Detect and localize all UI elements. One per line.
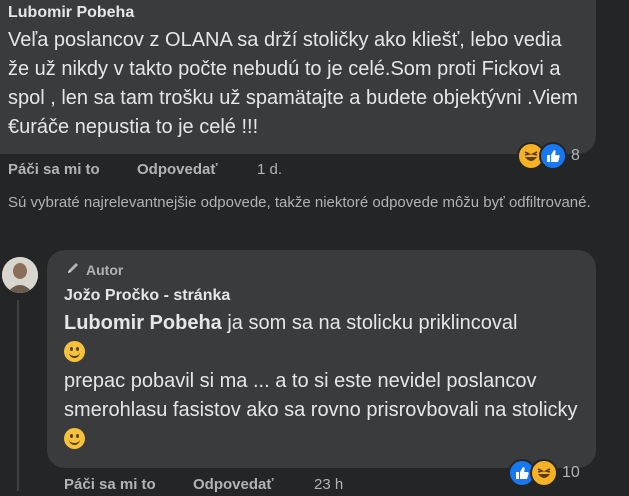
smiley-icon: [64, 341, 85, 362]
reply-timestamp[interactable]: 23 h: [314, 476, 343, 493]
pen-icon: [65, 260, 81, 279]
comment-reactions[interactable]: 8: [517, 142, 580, 170]
reply-bubble: Autor Jožo Pročko - stránka Lubomir Pobe…: [47, 250, 596, 468]
comment-timestamp[interactable]: 1 d.: [257, 161, 282, 178]
reply-like-button[interactable]: Páči sa mi to: [64, 476, 156, 493]
comment-reply-button[interactable]: Odpovedať: [137, 161, 218, 178]
smiley-icon: [64, 428, 85, 449]
like-icon: [539, 142, 567, 170]
comment-bubble: Lubomir Pobeha Veľa poslancov z OLANA sa…: [0, 0, 596, 154]
comment-like-button[interactable]: Páči sa mi to: [8, 161, 100, 178]
reply-text-line1: ja som sa na stolicku priklincoval: [227, 312, 518, 334]
comment-text: Veľa poslancov z OLANA sa drží stoličky …: [8, 29, 578, 138]
comment-actions: Páči sa mi to Odpovedať 1 d.: [8, 161, 408, 181]
haha-icon: [530, 459, 558, 487]
avatar[interactable]: [2, 257, 38, 293]
reply-reaction-count: 10: [562, 464, 580, 481]
reply-text-line2: prepac pobavil si ma ... a to si este ne…: [64, 370, 578, 421]
author-badge: Autor: [65, 260, 123, 279]
reply-author[interactable]: Jožo Pročko - stránka: [64, 287, 230, 305]
comment-author[interactable]: Lubomir Pobeha: [8, 4, 134, 22]
filter-note: Sú vybraté najrelevantnejšie odpovede, t…: [8, 194, 591, 211]
author-badge-label: Autor: [86, 261, 124, 278]
reply-reply-button[interactable]: Odpovedať: [193, 476, 274, 493]
reply-text: Lubomir Pobeha ja som sa na stolicku pri…: [64, 309, 584, 454]
mention-link[interactable]: Lubomir Pobeha: [64, 312, 222, 334]
reply-reactions[interactable]: 10: [508, 459, 580, 487]
comment-reaction-count: 8: [571, 147, 580, 164]
thread-connector: [17, 300, 19, 491]
reply-actions: Páči sa mi to Odpovedať 23 h: [64, 476, 384, 496]
